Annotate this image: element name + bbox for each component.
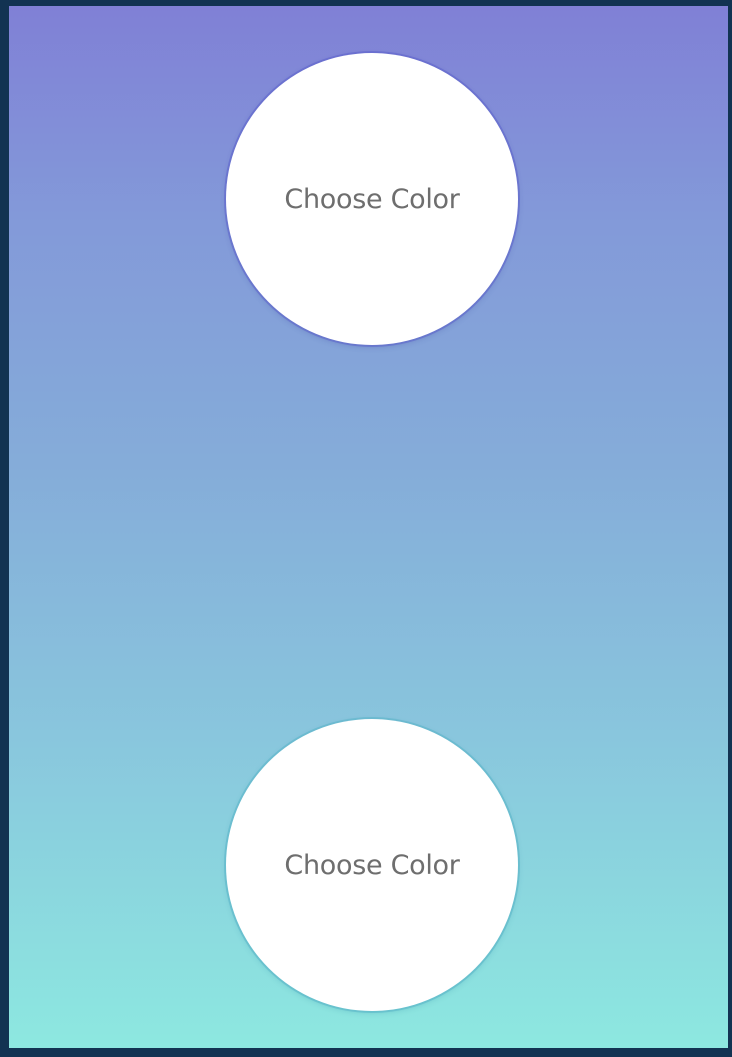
bottom-choose-color-label: Choose Color xyxy=(284,849,460,881)
top-choose-color-label: Choose Color xyxy=(284,183,460,215)
gradient-canvas: Choose Color Choose Color xyxy=(0,0,732,1057)
bottom-choose-color-button[interactable]: Choose Color xyxy=(226,719,518,1011)
top-choose-color-button[interactable]: Choose Color xyxy=(226,53,518,345)
